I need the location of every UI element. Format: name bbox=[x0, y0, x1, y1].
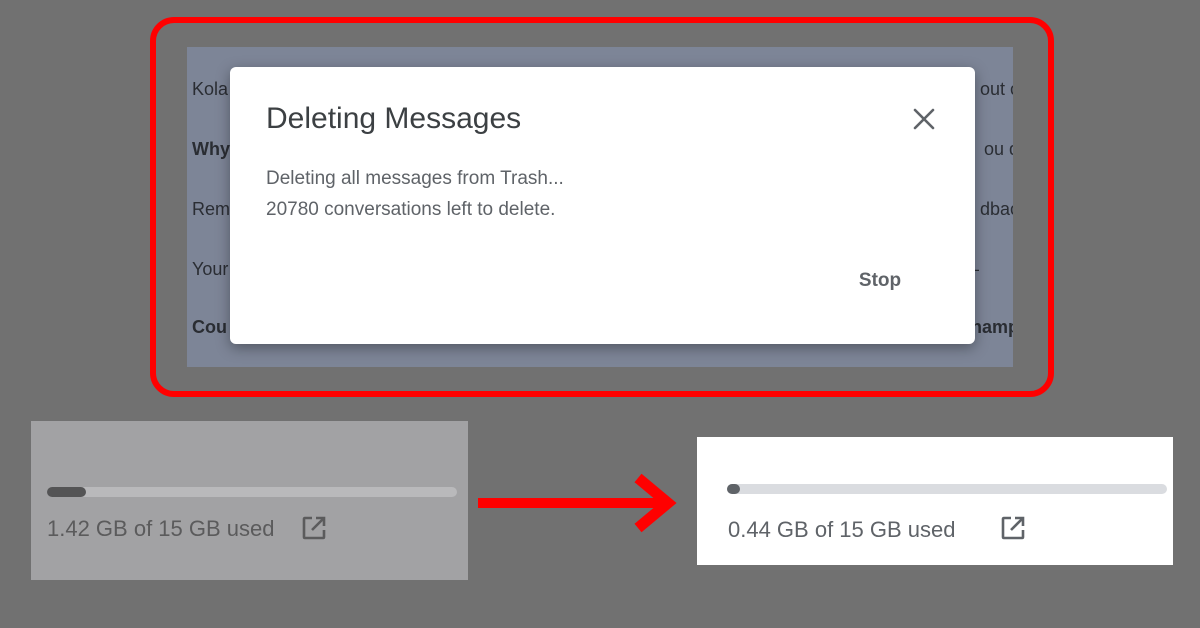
arrow-right-icon bbox=[478, 473, 677, 533]
email-text-fragment: hamp bbox=[970, 317, 1013, 337]
dialog-body: Deleting all messages from Trash... 2078… bbox=[266, 163, 564, 225]
deleting-messages-dialog: Deleting Messages Deleting all messages … bbox=[230, 67, 975, 344]
open-in-new-button[interactable] bbox=[999, 514, 1027, 542]
email-text-fragment: dbac bbox=[979, 199, 1013, 219]
dialog-title: Deleting Messages bbox=[266, 102, 522, 135]
email-text-fragment: Rem bbox=[192, 199, 231, 219]
close-button[interactable] bbox=[906, 101, 942, 137]
open-in-new-icon bbox=[1001, 516, 1025, 540]
dialog-status-line: Deleting all messages from Trash... bbox=[266, 168, 564, 189]
storage-progress-fill bbox=[727, 484, 740, 494]
storage-progress-fill bbox=[47, 487, 86, 497]
email-text-fragment: Your bbox=[192, 259, 229, 279]
stop-button[interactable]: Stop bbox=[844, 265, 916, 297]
storage-panel-after: 0.44 GB of 15 GB used bbox=[697, 437, 1173, 565]
storage-progress-bar bbox=[47, 487, 457, 497]
email-text-fragment: out c bbox=[979, 79, 1013, 99]
email-text-fragment: Kola bbox=[192, 79, 229, 99]
open-in-new-icon bbox=[302, 516, 326, 540]
storage-usage-label: 0.44 GB of 15 GB used bbox=[728, 517, 956, 542]
open-in-new-button[interactable] bbox=[300, 514, 328, 542]
email-text-fragment: ou d bbox=[983, 139, 1013, 159]
storage-progress-bar bbox=[727, 484, 1167, 494]
storage-panel-before: 1.42 GB of 15 GB used bbox=[31, 421, 468, 580]
storage-usage-label: 1.42 GB of 15 GB used bbox=[47, 516, 275, 541]
dialog-remaining-line: 20780 conversations left to delete. bbox=[266, 199, 556, 220]
email-text-fragment: Why bbox=[192, 139, 230, 159]
close-icon bbox=[913, 108, 935, 130]
email-text-fragment: Cou bbox=[192, 317, 227, 337]
